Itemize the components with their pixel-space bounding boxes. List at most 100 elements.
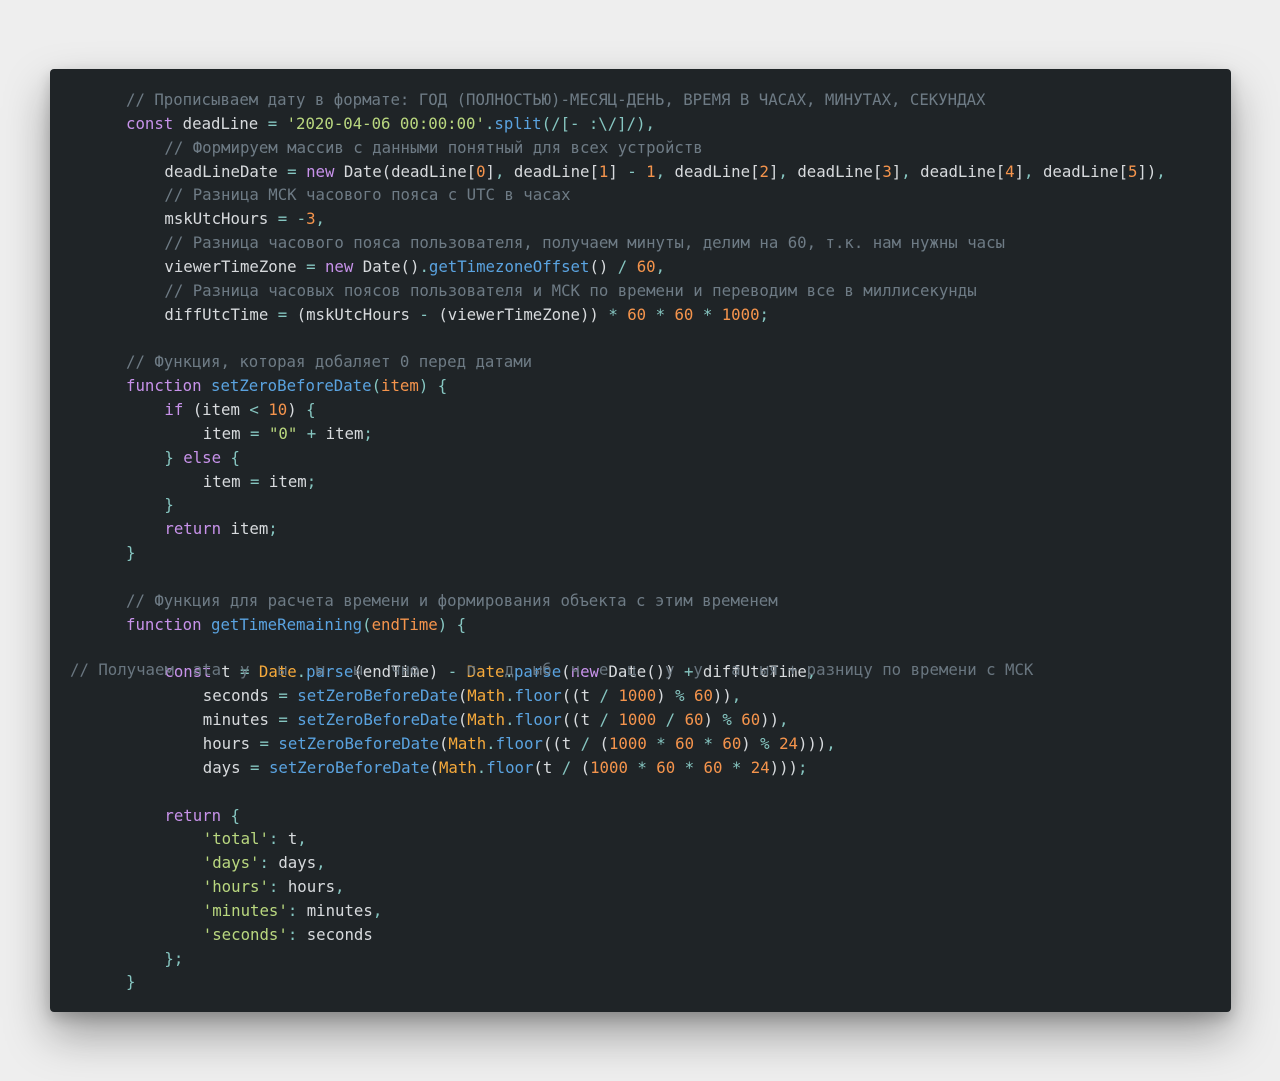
code-token-punct: } (164, 447, 174, 467)
code-token-string: 'total' (202, 829, 269, 849)
code-token-func: setZeroBeforeDate (297, 710, 458, 730)
code-token-number: 1000 (721, 304, 760, 324)
code-token-op: - (419, 304, 429, 324)
code-token-op: < (249, 400, 259, 420)
code-token-plain: deadLine[ (665, 161, 760, 181)
code-token-punct: . (486, 733, 496, 753)
code-token-keyword: new (306, 161, 335, 181)
code-token-plain: mskUtcHours (164, 209, 278, 229)
code-token-func: split (494, 113, 542, 133)
code-token-number: 10 (268, 400, 288, 420)
code-token-number: 60 (656, 757, 676, 777)
code-token-plain: days (268, 853, 317, 873)
code-token-op: % (760, 733, 770, 753)
code-line: // Формируем массив с данными понятный д… (164, 138, 702, 158)
code-token-number: 24 (750, 757, 770, 777)
code-token-plain: ( (590, 733, 609, 753)
code-token-func: setZeroBeforeDate (297, 686, 458, 706)
code-token-plain: hours (202, 733, 260, 753)
code-token-plain: ) (656, 686, 676, 706)
code-token-plain: ] (485, 161, 495, 181)
code-token-op: / (561, 757, 572, 777)
code-token-plain: (t (533, 757, 562, 777)
code-line: // Прописываем дату в формате: ГОД (ПОЛН… (126, 90, 985, 110)
code-token-plain: hours (278, 877, 336, 897)
code-token-number: 60 (675, 733, 695, 753)
code-token-punct: , (335, 877, 345, 897)
code-editor[interactable]: // Прописываем дату в формате: ГОД (ПОЛН… (50, 69, 1231, 1012)
code-token-func: floor (514, 686, 562, 706)
code-token-builtin: Math (438, 757, 477, 777)
code-token-builtin: Math (448, 733, 487, 753)
code-token-punct: { (437, 376, 448, 396)
code-token-punct: : (268, 829, 279, 849)
code-token-keyword: else (183, 447, 222, 467)
code-token-number: 60 (741, 710, 761, 730)
code-token-op: * (637, 757, 647, 777)
code-token-comment: // Разница МСК часового пояса с UTC в ча… (164, 185, 571, 205)
code-line: seconds = setZeroBeforeDate(Math.floor((… (203, 686, 741, 706)
code-token-number: 60 (684, 710, 704, 730)
code-token-keyword: if (164, 400, 184, 420)
code-token-plain: (viewerTimeZone)) (428, 304, 609, 324)
code-line: deadLineDate = new Date(deadLine[0], dea… (164, 162, 1165, 182)
code-token-keyword: function (126, 614, 202, 634)
code-token-op: * (608, 304, 618, 324)
code-line: return { (164, 806, 240, 826)
code-token-plain: minutes (297, 900, 373, 920)
code-line: item = "0" + item; (203, 424, 373, 444)
code-token-plain: )) (760, 710, 780, 730)
code-token-op: = (259, 733, 269, 753)
code-token-plain: ((t (561, 710, 600, 730)
code-token-param: item (381, 376, 419, 396)
code-line: minutes = setZeroBeforeDate(Math.floor((… (203, 710, 789, 730)
code-token-number: 0 (476, 161, 486, 181)
code-line: days = setZeroBeforeDate(Math.floor(t / … (203, 758, 808, 778)
code-token-plain: Date() (353, 256, 420, 276)
code-token-op: / (617, 256, 628, 276)
code-token-plain: item (202, 423, 251, 443)
code-token-func: getTimezoneOffset (428, 256, 590, 276)
code-token-punct: . (476, 757, 487, 777)
code-token-param: endTime (371, 614, 438, 634)
code-token-punct: } (126, 972, 136, 992)
code-token-number: 1000 (590, 757, 628, 777)
code-token-number: 60 (703, 757, 723, 777)
code-token-number: 1000 (608, 733, 647, 753)
code-token-plain: deadLine (173, 113, 268, 133)
code-token-plain: ] (608, 161, 628, 181)
code-token-plain: ))) (769, 757, 798, 777)
code-line: function setZeroBeforeDate(item) { (126, 376, 447, 396)
code-token-punct: , (655, 256, 666, 276)
code-token-number: 1 (646, 161, 656, 181)
code-token-builtin: Math (467, 686, 506, 706)
code-token-builtin: Math (467, 710, 506, 730)
code-line: } (126, 543, 135, 563)
code-line: mskUtcHours = -3, (164, 209, 325, 229)
code-token-number: 60 (636, 256, 656, 276)
code-token-punct: : (287, 924, 298, 944)
code-token-punct: (/[- :\/]/), (541, 113, 655, 133)
code-token-punct: , (315, 209, 325, 229)
code-window: // Прописываем дату в формате: ГОД (ПОЛН… (50, 69, 1231, 1012)
code-token-string: '2020-04-06 00:00:00' (286, 113, 485, 133)
code-token-number: 1 (598, 161, 609, 181)
code-token-punct: ( (371, 376, 382, 396)
code-line: item = item; (203, 472, 316, 492)
code-token-keyword: new (324, 256, 354, 276)
code-token-plain: seconds (297, 924, 373, 944)
code-token-op: = (278, 686, 288, 706)
code-token-punct: : (287, 900, 298, 920)
code-token-func: setZeroBeforeDate (268, 757, 430, 777)
